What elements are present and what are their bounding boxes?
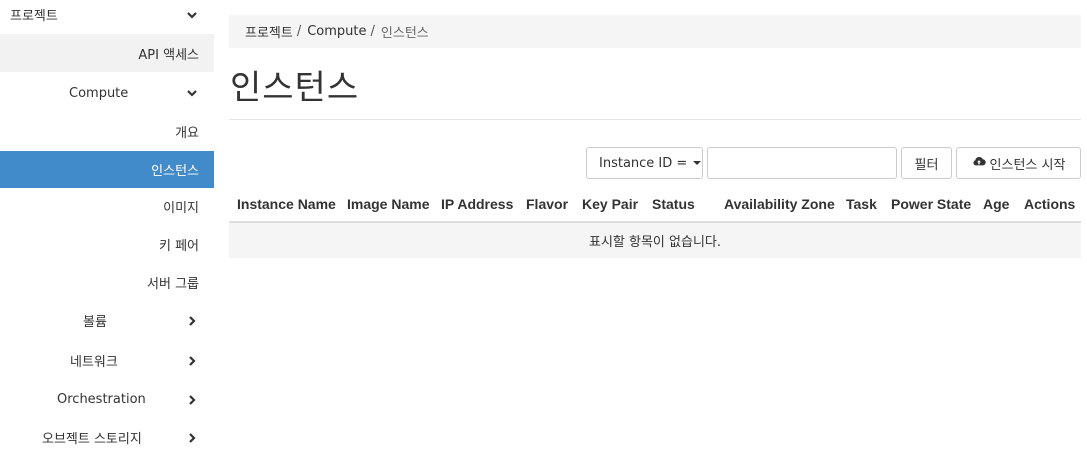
- sidebar-item-compute[interactable]: Compute: [0, 74, 214, 112]
- filter-button[interactable]: 필터: [901, 147, 952, 179]
- cloud-upload-icon: [972, 154, 986, 172]
- sidebar-item-overview[interactable]: 개요: [0, 112, 214, 150]
- sidebar-item-orchestration[interactable]: Orchestration: [0, 380, 214, 418]
- column-header-image-name[interactable]: Image Name: [347, 187, 429, 221]
- sidebar-item-volumes[interactable]: 볼륨: [0, 301, 214, 339]
- column-header-status[interactable]: Status: [652, 187, 695, 221]
- chevron-right-icon: [186, 315, 198, 327]
- filter-field-select[interactable]: Instance ID =: [586, 147, 703, 179]
- column-header-age[interactable]: Age: [983, 187, 1009, 221]
- caret-down-icon: [693, 161, 702, 165]
- table-empty-row: 표시할 항목이 없습니다.: [229, 223, 1081, 258]
- sidebar-item-label: 프로젝트: [10, 8, 58, 24]
- breadcrumb-separator: /: [296, 24, 302, 39]
- sidebar-item-api-access[interactable]: API 액세스: [0, 34, 214, 72]
- launch-instance-label: 인스턴스 시작: [989, 157, 1066, 173]
- column-header-availability-zone[interactable]: Availability Zone: [724, 187, 835, 221]
- filter-button-label: 필터: [914, 157, 939, 173]
- column-header-ip-address[interactable]: IP Address: [441, 187, 513, 221]
- sidebar-item-label: 이미지: [163, 200, 199, 216]
- breadcrumb-project[interactable]: 프로젝트: [245, 22, 293, 41]
- sidebar-item-label: 키 페어: [158, 238, 199, 254]
- filter-input[interactable]: [707, 147, 897, 179]
- sidebar-item-label: 개요: [175, 125, 199, 141]
- sidebar-item-object-store[interactable]: 오브젝트 스토리지: [0, 418, 214, 456]
- column-header-flavor[interactable]: Flavor: [526, 187, 568, 221]
- chevron-down-icon: [186, 87, 198, 99]
- sidebar-item-project[interactable]: 프로젝트: [0, 0, 214, 28]
- chevron-down-icon: [186, 9, 198, 21]
- column-header-task[interactable]: Task: [846, 187, 877, 221]
- column-header-actions: Actions: [1024, 196, 1076, 212]
- chevron-right-icon: [186, 394, 198, 406]
- chevron-right-icon: [186, 432, 198, 444]
- launch-instance-button[interactable]: 인스턴스 시작: [956, 147, 1081, 179]
- sidebar-item-instances[interactable]: 인스턴스: [0, 151, 214, 188]
- sidebar-item-label: 오브젝트 스토리지: [42, 431, 142, 447]
- empty-message: 표시할 항목이 없습니다.: [589, 235, 721, 250]
- sidebar-item-label: Compute: [69, 85, 129, 101]
- column-header-instance-name[interactable]: Instance Name: [237, 187, 336, 221]
- title-divider: [229, 119, 1081, 120]
- instances-table-header: Instance Name Image Name IP Address Flav…: [229, 187, 1081, 223]
- breadcrumb: 프로젝트 / Compute / 인스턴스: [229, 15, 1081, 48]
- sidebar: 프로젝트 API 액세스 Compute 개요 인스턴스 이미지 키 페어 서버…: [0, 0, 214, 458]
- sidebar-item-label: 네트워크: [70, 354, 118, 370]
- sidebar-item-server-groups[interactable]: 서버 그룹: [0, 263, 214, 301]
- sidebar-item-label: API 액세스: [138, 47, 199, 63]
- column-header-key-pair[interactable]: Key Pair: [582, 187, 638, 221]
- breadcrumb-separator: /: [370, 24, 375, 39]
- chevron-right-icon: [186, 355, 198, 367]
- page-title: 인스턴스: [230, 68, 360, 108]
- sidebar-item-images[interactable]: 이미지: [0, 187, 214, 225]
- sidebar-item-network[interactable]: 네트워크: [0, 341, 214, 379]
- sidebar-item-label: 서버 그룹: [147, 276, 199, 292]
- breadcrumb-compute[interactable]: Compute: [307, 24, 366, 39]
- sidebar-item-label: 볼륨: [83, 314, 107, 330]
- sidebar-item-label: Orchestration: [57, 391, 146, 407]
- breadcrumb-current: 인스턴스: [380, 26, 429, 41]
- sidebar-item-key-pairs[interactable]: 키 페어: [0, 225, 214, 263]
- column-header-power-state[interactable]: Power State: [891, 187, 971, 221]
- sidebar-item-label: 인스턴스: [151, 164, 199, 179]
- filter-field-label: Instance ID =: [599, 155, 688, 171]
